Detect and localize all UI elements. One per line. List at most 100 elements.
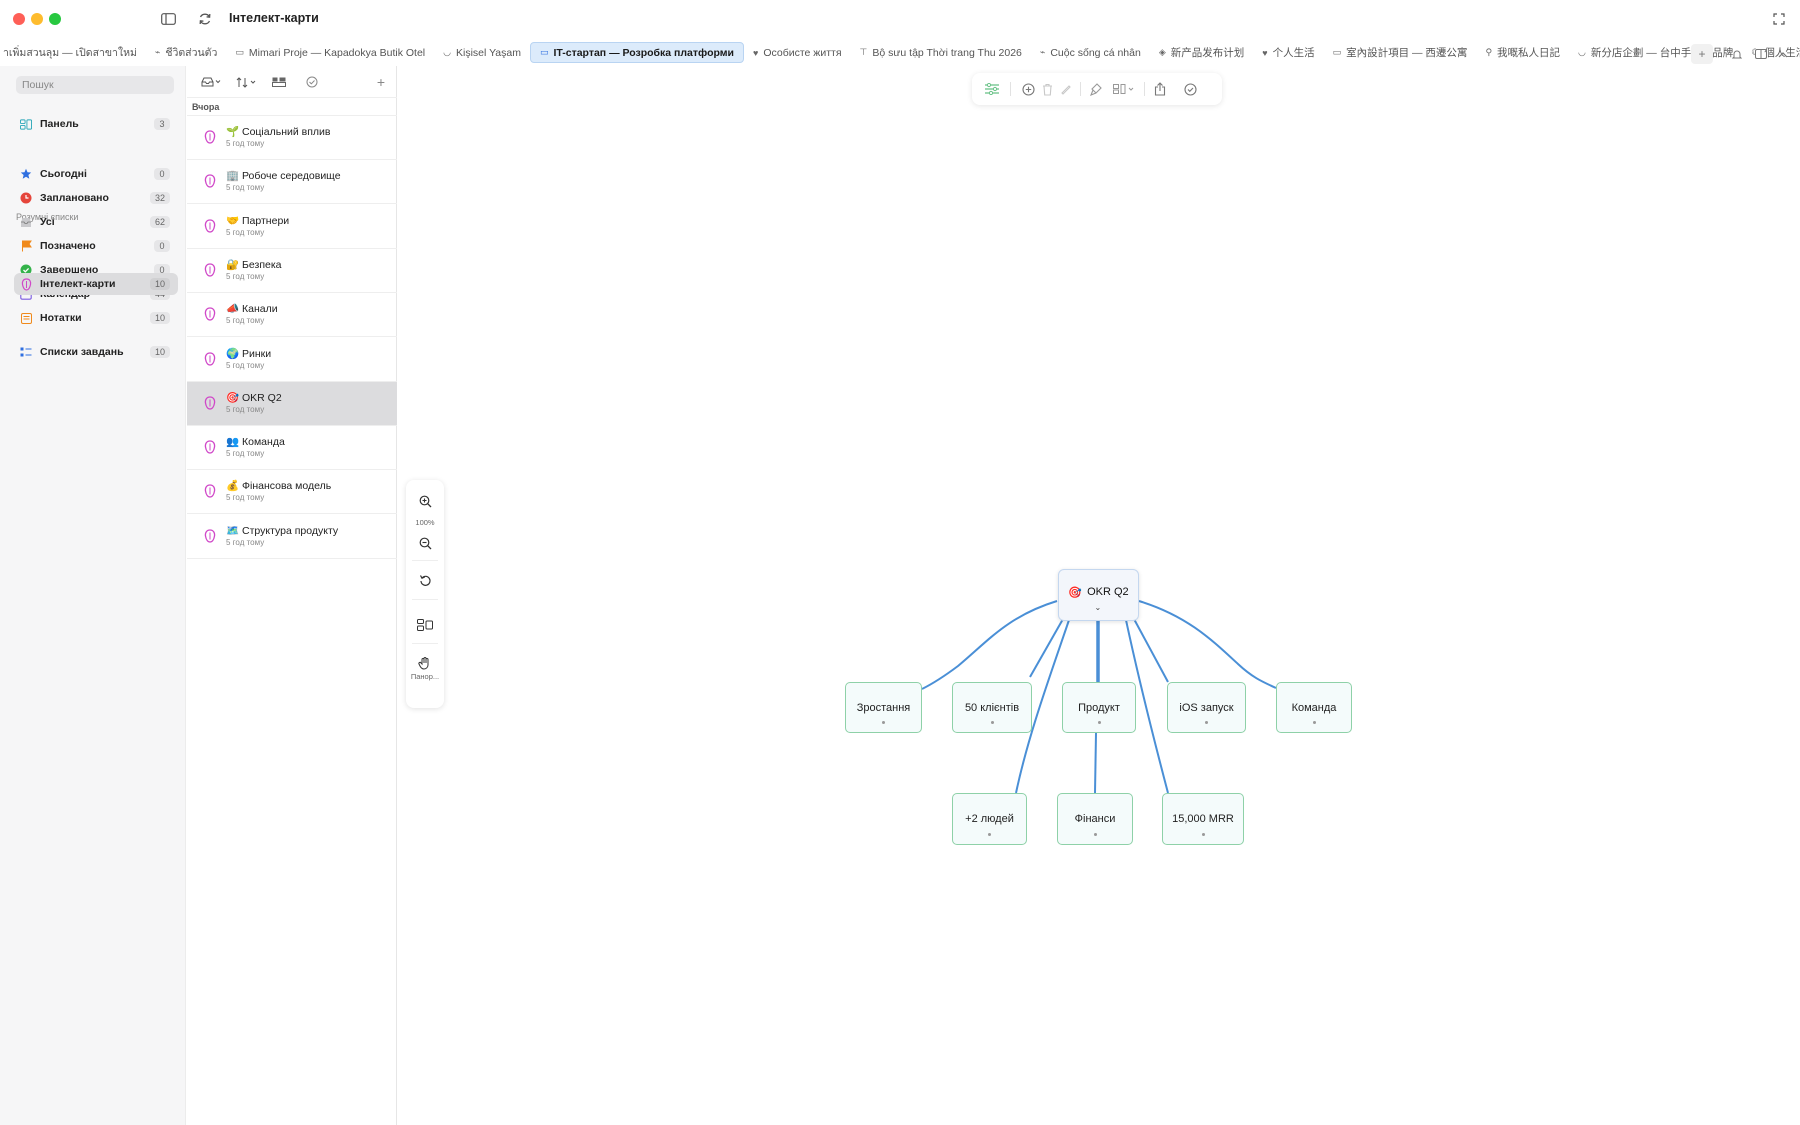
sidebar-item-mindmaps[interactable]: Інтелект-карти 10: [14, 273, 178, 295]
node-label: iOS запуск: [1179, 701, 1234, 714]
node-label: Продукт: [1078, 701, 1120, 714]
fullscreen-icon[interactable]: [1768, 9, 1790, 29]
count-badge: 62: [149, 216, 170, 228]
tab-strip: าเพิ่มสวนลุม — เปิดสาขาใหม่ ⌁ ชีวิตส่วนตัว…: [0, 40, 1800, 66]
sidebar-item-smart-2[interactable]: Усі 62: [14, 211, 178, 233]
node-label: Команда: [1291, 701, 1337, 714]
list-item-title: 🏢 Робоче середовище: [226, 170, 341, 183]
node-label: 15,000 MRR: [1172, 813, 1234, 825]
tab-1[interactable]: ⌁ ชีวิตส่วนตัว: [146, 42, 226, 63]
tag-icon: ⌁: [154, 47, 161, 57]
tab-7[interactable]: ⌁ Cuộc sống cá nhân: [1031, 42, 1150, 63]
mindmap-root-node[interactable]: 🎯 OKR Q2 ⌄: [1058, 569, 1139, 621]
tab-6[interactable]: ⊤ Bộ sưu tập Thời trang Thu 2026: [851, 42, 1031, 63]
close-window-button[interactable]: [13, 13, 25, 25]
list-item-title: 🗺️ Структура продукту: [226, 524, 339, 537]
check-filter-icon[interactable]: [304, 74, 320, 90]
heart-icon: ♥: [1262, 47, 1268, 58]
node-label: Фінанси: [1074, 813, 1116, 825]
sidebar-item-smart-0[interactable]: Сьогодні 0: [14, 163, 178, 185]
list-item-timestamp: 5 год тому: [226, 316, 265, 326]
mindmap-node[interactable]: 15,000 MRR: [1162, 793, 1244, 845]
note-list: + Вчора 🌱 Соціальний вплив 5 год тому 🏢 Ро…: [187, 66, 397, 1125]
brain-icon: [204, 263, 216, 277]
list-item-title: 🔐 Безпека: [226, 258, 282, 271]
minimize-window-button[interactable]: [31, 13, 43, 25]
collapse-tabs-icon[interactable]: [1774, 44, 1792, 64]
sidebar-item-task-lists[interactable]: Списки завдань 10: [14, 341, 178, 363]
add-mindmap-button[interactable]: +: [373, 74, 389, 90]
count-badge: 0: [154, 240, 170, 252]
chevron-down-icon[interactable]: ⌄: [1095, 603, 1102, 612]
sort-icon[interactable]: [236, 74, 258, 90]
count-badge: 0: [154, 168, 170, 180]
mindmap-node[interactable]: 50 клієнтів: [952, 682, 1032, 733]
tab-3[interactable]: ◡ Kişisel Yaşam: [434, 42, 530, 63]
edge-product-finance: [1094, 732, 1097, 794]
sofa-icon: ▭: [235, 47, 244, 57]
tab-2[interactable]: ▭ Mimari Proje — Kapadokya Butik Otel: [226, 42, 434, 63]
brain-icon: [204, 218, 216, 233]
tab-5[interactable]: ♥ Особисте життя: [744, 42, 851, 63]
list-item-title: 🤝 Партнери: [226, 214, 290, 227]
list-item[interactable]: 🗺️ Структура продукту 5 год тому: [187, 515, 397, 559]
tab-0[interactable]: าเพิ่มสวนลุม — เปิดสาขาใหม่: [0, 42, 146, 63]
tag-icon: ⌁: [1039, 47, 1046, 57]
tab-label: IT-стартап — Розробка платформи: [553, 46, 735, 59]
sidebar-item-smart-3[interactable]: Позначено 0: [14, 235, 178, 257]
tab-12[interactable]: ◡ 新分店企劃 — 台中手搖飲品牌: [1569, 42, 1742, 63]
mindmap-node[interactable]: Зростання: [845, 682, 922, 733]
node-label: 50 клієнтів: [964, 701, 1020, 714]
mindmap-node[interactable]: Команда: [1276, 682, 1352, 733]
list-item[interactable]: 📣 Канали 5 год тому: [187, 293, 397, 338]
target-icon: 🎯: [1068, 586, 1083, 599]
tab-10[interactable]: ▭ 室內設計項目 — 西遷公寓: [1324, 42, 1477, 63]
list-item-title: 🌍 Ринки: [226, 347, 272, 360]
new-tab-button[interactable]: +: [1691, 44, 1713, 64]
heart-icon: ♥: [753, 47, 759, 58]
walk-icon: ⚲: [1485, 47, 1493, 57]
title-bar: Інтелект-карти: [0, 0, 1800, 38]
tab-4[interactable]: ▭ IT-стартап — Розробка платформи: [529, 42, 745, 63]
list-item[interactable]: 👥 Команда 5 год тому: [187, 426, 397, 471]
mindmap-node[interactable]: iOS запуск: [1167, 682, 1246, 733]
view-mode-icon[interactable]: [271, 74, 287, 90]
list-item[interactable]: 🤝 Партнери 5 год тому: [187, 205, 397, 249]
list-item-title: 🌱 Соціальний вплив: [226, 126, 331, 138]
tab-11[interactable]: ⚲ 我嘅私人日記: [1476, 42, 1569, 63]
sidebar-item-notes[interactable]: Нотатки 10: [14, 307, 178, 329]
mindmap-node[interactable]: Продукт: [1062, 682, 1136, 733]
list-item[interactable]: 🌍 Ринки 5 год тому: [187, 338, 397, 382]
note-emoji-icon: 🌍: [226, 347, 240, 360]
tab-8[interactable]: ◈ 新产品发布计划: [1150, 42, 1253, 63]
sync-icon[interactable]: [194, 9, 216, 29]
sidebar-item-smart-1[interactable]: Заплановано 32: [14, 187, 178, 209]
edge-root-ios: [1133, 618, 1169, 683]
list-item[interactable]: 🏢 Робоче середовище 5 год тому: [187, 160, 397, 205]
tab-label: Kişisel Yaşam: [456, 46, 521, 59]
list-item[interactable]: 🔐 Безпека 5 год тому: [187, 249, 397, 293]
sidebar-item-dashboard[interactable]: Панель 3: [14, 113, 178, 135]
bell-icon[interactable]: [1728, 44, 1746, 64]
mindmap-node[interactable]: Фінанси: [1057, 793, 1133, 845]
node-label: Зростання: [856, 701, 911, 714]
search-input[interactable]: Пошук: [16, 76, 174, 94]
note-emoji-icon: 🌱: [226, 126, 240, 138]
brain-icon: [204, 130, 216, 144]
app-title: Інтелект-карти: [229, 11, 319, 25]
tab-label: Bộ sưu tập Thời trang Thu 2026: [872, 46, 1022, 59]
zoom-window-button[interactable]: [49, 13, 61, 25]
inbox-filter-icon[interactable]: [200, 74, 222, 90]
sidebar-toggle-icon[interactable]: [157, 9, 179, 29]
list-item[interactable]: 💰 Фінансова модель 5 год тому: [187, 470, 397, 515]
tab-9[interactable]: ♥ 个人生活: [1253, 42, 1323, 63]
mindmap-node[interactable]: +2 людей: [952, 793, 1027, 845]
sidebar: Пошук Панель 3 Розумні списки Сьогодні 0 З…: [0, 66, 186, 1125]
layout-icon[interactable]: [1752, 44, 1770, 64]
tab-label: Cuộc sống cá nhân: [1050, 46, 1141, 59]
edge-root-growth: [921, 600, 1058, 690]
list-item[interactable]: 🎯 OKR Q2 5 год тому: [187, 381, 397, 426]
brain-icon: [204, 351, 216, 366]
mindmap-canvas[interactable]: 100% Панор... 🎯 OKR Q2 ⌄ Зростання 50 кл…: [398, 66, 1800, 1125]
list-item[interactable]: 🌱 Соціальний вплив 5 год тому: [187, 116, 397, 160]
